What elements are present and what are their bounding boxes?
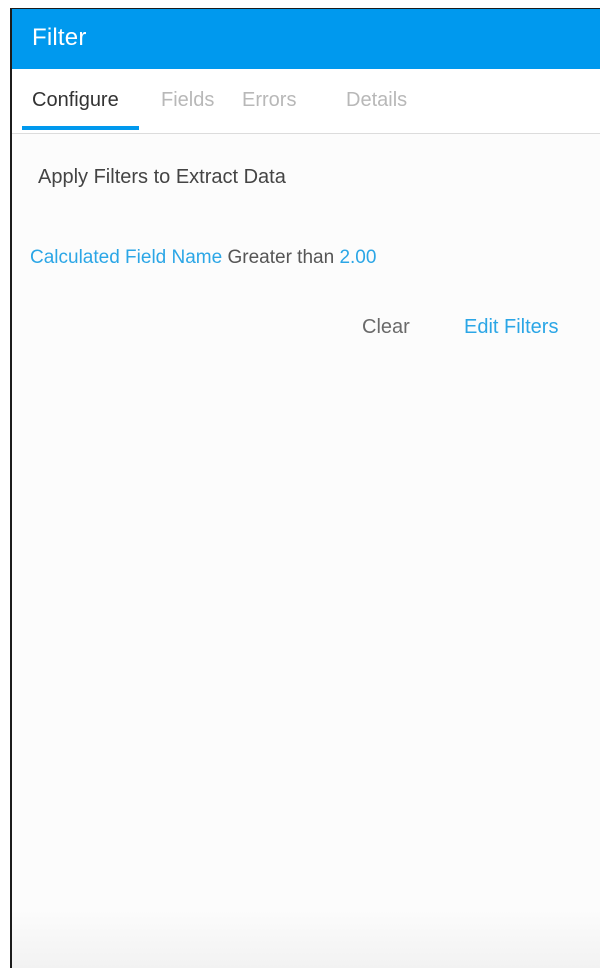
clear-button[interactable]: Clear xyxy=(362,316,410,339)
tab-details[interactable]: Details xyxy=(346,89,407,112)
tab-errors[interactable]: Errors xyxy=(242,89,296,112)
filter-field-link[interactable]: Calculated Field Name xyxy=(30,247,222,268)
filter-operator: Greater than xyxy=(227,247,335,268)
tab-bar: Configure Fields Errors Details xyxy=(12,69,600,134)
filter-value-link[interactable]: 2.00 xyxy=(339,247,376,268)
tab-fields[interactable]: Fields xyxy=(161,89,214,112)
tab-configure[interactable]: Configure xyxy=(32,89,119,112)
panel-title: Filter xyxy=(32,24,87,51)
edit-filters-button[interactable]: Edit Filters xyxy=(464,316,558,339)
filter-panel: Filter Configure Fields Errors Details A… xyxy=(10,8,600,968)
active-tab-indicator xyxy=(22,126,139,130)
filter-summary: Calculated Field Name Greater than 2.00 xyxy=(30,247,376,269)
panel-header: Filter xyxy=(12,9,600,69)
section-title: Apply Filters to Extract Data xyxy=(38,166,286,188)
